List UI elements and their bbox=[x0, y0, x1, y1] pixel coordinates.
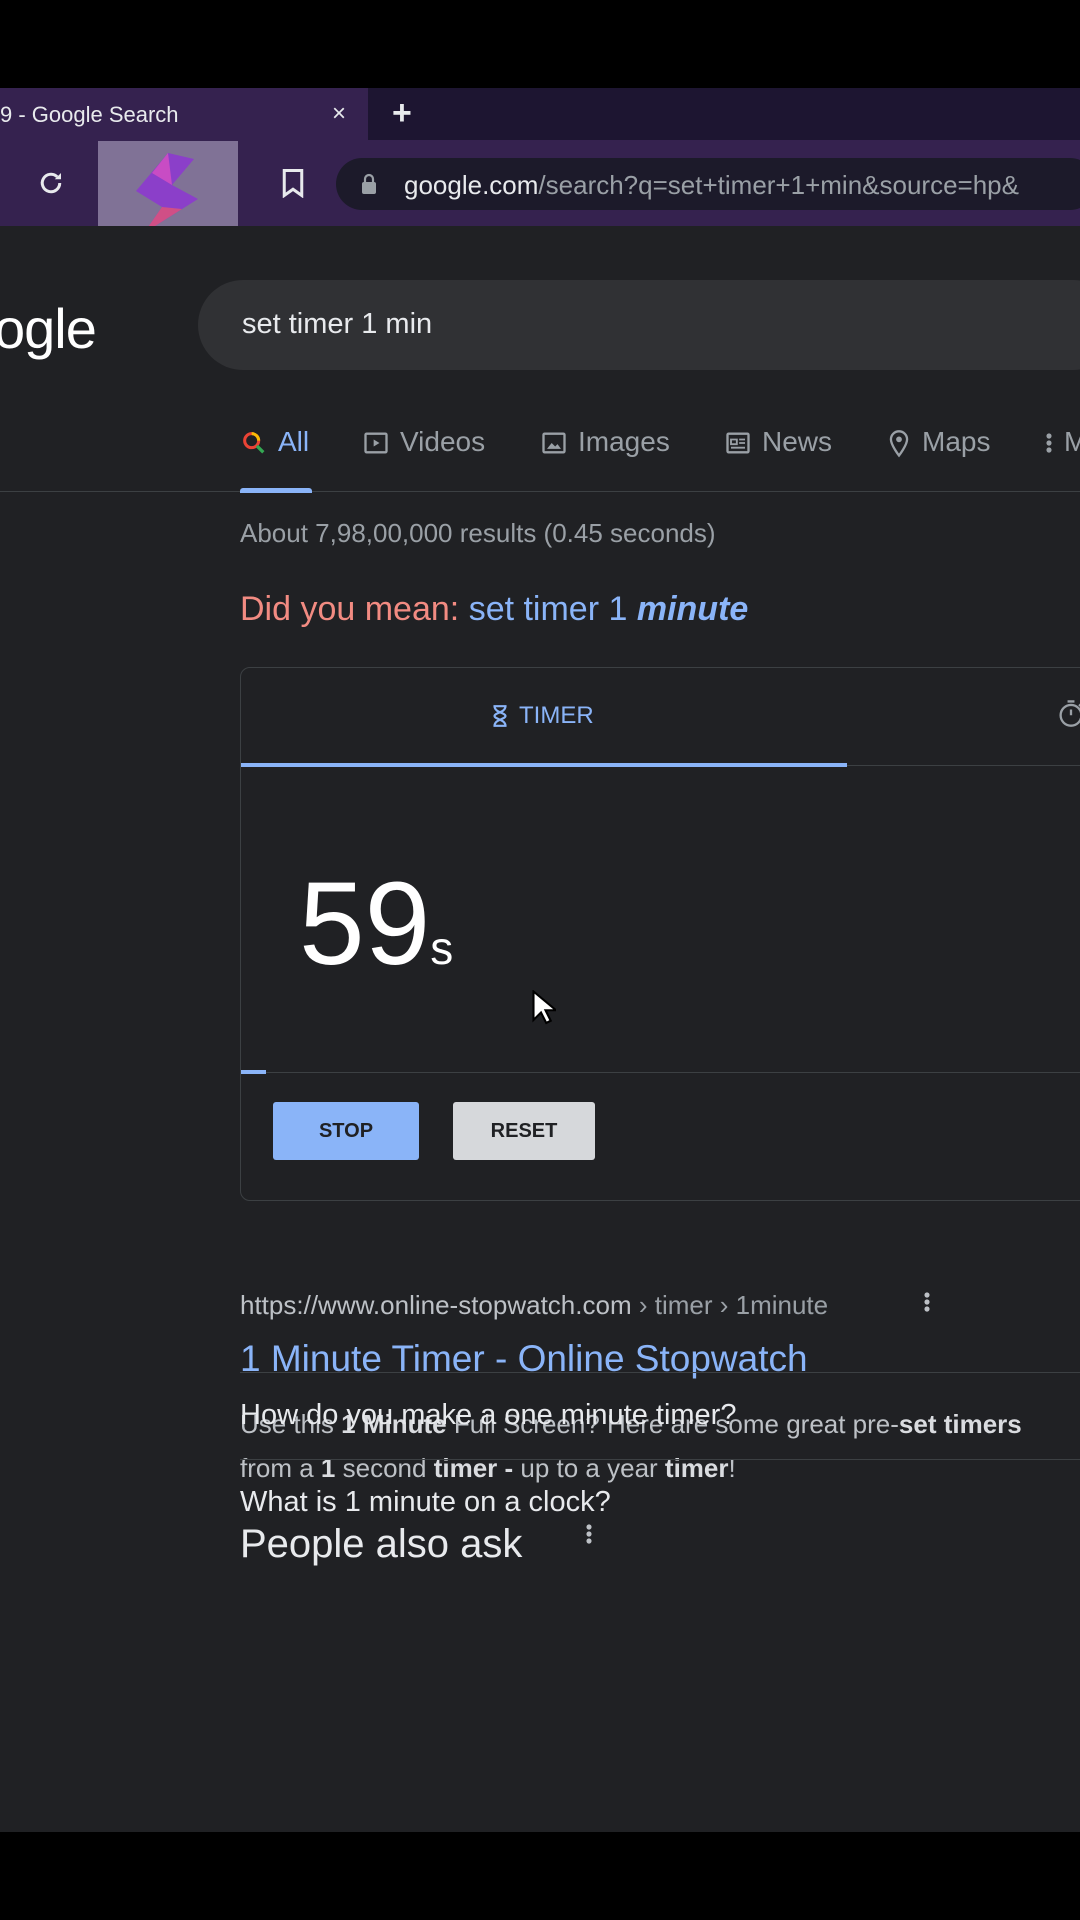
search-icon bbox=[243, 432, 265, 454]
tab-maps-label: Maps bbox=[922, 426, 991, 457]
tab-news[interactable]: News bbox=[724, 426, 832, 492]
lock-icon bbox=[362, 173, 376, 194]
did-you-mean-label: Did you mean: bbox=[240, 590, 460, 628]
timer-seconds: 59 bbox=[299, 858, 431, 990]
search-box[interactable]: set timer 1 min bbox=[198, 280, 1080, 370]
more-vert-icon bbox=[1046, 433, 1052, 453]
tab-maps[interactable]: Maps bbox=[886, 426, 990, 492]
tab-more-label: M bbox=[1064, 426, 1080, 457]
search-page: ogle set timer 1 min All Videos Images N… bbox=[0, 226, 1080, 1832]
tab-strip: 9 - Google Search × + bbox=[0, 88, 1080, 140]
did-you-mean-link[interactable]: set timer 1 minute bbox=[469, 590, 749, 628]
tab-videos-label: Videos bbox=[400, 426, 486, 457]
image-icon bbox=[542, 432, 566, 454]
stop-button[interactable]: STOP bbox=[273, 1102, 419, 1160]
timer-progress-track bbox=[241, 1072, 1080, 1073]
tab-images[interactable]: Images bbox=[540, 426, 670, 492]
search-input[interactable]: set timer 1 min bbox=[242, 308, 432, 341]
timer-tab-label: TIMER bbox=[519, 702, 594, 729]
browser-tab[interactable]: 9 - Google Search × bbox=[0, 88, 368, 140]
tab-news-label: News bbox=[762, 426, 833, 457]
did-you-mean: Did you mean: set timer 1 minute bbox=[240, 590, 748, 629]
hourglass-icon bbox=[493, 705, 507, 727]
address-bar[interactable]: google.com/search?q=set+timer+1+min&sour… bbox=[336, 158, 1080, 210]
timer-tab[interactable]: TIMER bbox=[491, 702, 594, 730]
search-tabs: All Videos Images News Maps M bbox=[0, 426, 1080, 493]
tab-all[interactable]: All bbox=[240, 426, 309, 492]
timer-progress-fill bbox=[241, 1070, 267, 1074]
people-also-ask-question[interactable]: What is 1 minute on a clock? bbox=[240, 1459, 1080, 1547]
tab-videos[interactable]: Videos bbox=[362, 426, 485, 492]
people-also-ask-question[interactable]: How do you make a one minute timer? bbox=[240, 1372, 1080, 1460]
google-logo[interactable]: ogle bbox=[0, 296, 97, 361]
timer-card: TIMER 59s STOP RESET bbox=[240, 667, 1080, 1201]
tab-all-label: All bbox=[278, 426, 310, 457]
news-icon bbox=[726, 432, 750, 454]
url-text: google.com/search?q=set+timer+1+min&sour… bbox=[404, 170, 1019, 200]
tab-more[interactable]: M bbox=[1044, 426, 1080, 492]
timer-tab-indicator bbox=[241, 763, 847, 767]
mouse-cursor-icon bbox=[532, 990, 556, 1025]
video-icon bbox=[364, 432, 388, 454]
timer-display: 59s bbox=[299, 856, 453, 992]
reload-icon[interactable] bbox=[36, 168, 66, 198]
more-vert-icon[interactable] bbox=[922, 1288, 932, 1316]
new-tab-button[interactable]: + bbox=[392, 94, 412, 133]
timer-card-tabs: TIMER bbox=[241, 668, 1080, 767]
tab-close-button[interactable]: × bbox=[332, 100, 346, 128]
timer-unit: s bbox=[430, 922, 454, 974]
reset-button[interactable]: RESET bbox=[453, 1102, 595, 1160]
stopwatch-icon[interactable] bbox=[1057, 698, 1080, 728]
tab-title: 9 - Google Search bbox=[0, 102, 179, 127]
tab-images-label: Images bbox=[578, 426, 670, 457]
active-tab-indicator bbox=[240, 488, 312, 493]
map-pin-icon bbox=[889, 430, 909, 458]
result-url[interactable]: https://www.online-stopwatch.com › timer… bbox=[240, 1290, 828, 1321]
bookmark-icon[interactable] bbox=[280, 168, 306, 198]
result-stats: About 7,98,00,000 results (0.45 seconds) bbox=[240, 518, 716, 548]
